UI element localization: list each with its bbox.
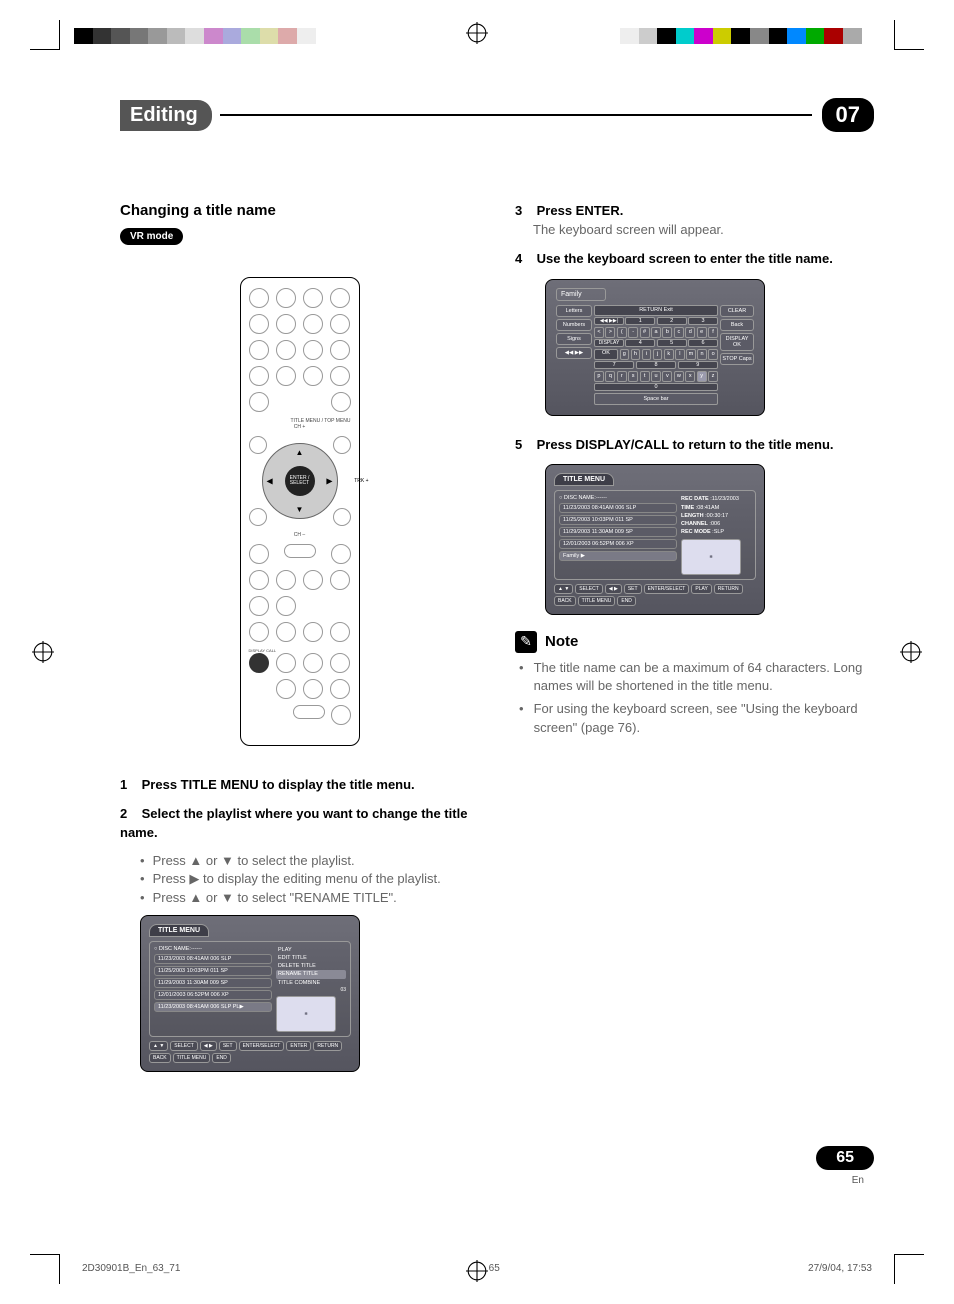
keyboard-key: u (651, 371, 661, 382)
footer-page: 65 (489, 1263, 500, 1274)
step-2-bullets: Press ▲ or ▼ to select the playlist. Pres… (140, 853, 479, 905)
keyboard-key: y (697, 371, 707, 382)
keyboard-key: k (664, 349, 674, 360)
step-4: 4 Use the keyboard screen to enter the t… (515, 250, 874, 269)
bullet-item: Press ▲ or ▼ to select the playlist. (140, 853, 479, 868)
keyboard-key: o (708, 349, 718, 360)
osd-info-row: TIME :08:41AM (681, 504, 751, 512)
keyboard-title-field: Family (556, 288, 606, 301)
note-icon: ✎ (515, 631, 537, 653)
osd-menu-item: DELETE TITLE (276, 962, 346, 970)
keyboard-key: d (685, 327, 695, 338)
osd-row: 12/01/2003 06:52PM 006 XP (559, 539, 677, 549)
note-header: ✎ Note (515, 631, 874, 653)
keyboard-key: > (605, 327, 615, 338)
registration-mark-left (32, 641, 54, 663)
step-2: 2 Select the playlist where you want to … (120, 805, 479, 843)
keyboard-key: g (620, 349, 630, 360)
keyboard-key: i (642, 349, 652, 360)
note-list: The title name can be a maximum of 64 ch… (519, 659, 874, 738)
osd-row: 11/29/2003 11:30AM 009 SP (154, 978, 272, 988)
step-3: 3 Press ENTER. The keyboard screen will … (515, 202, 874, 240)
keyboard-key: f (708, 327, 718, 338)
left-column: Changing a title name VR mode TITLE MENU… (120, 202, 479, 1086)
osd-info-row: REC MODE :SLP (681, 528, 751, 536)
keyboard-key: c (674, 327, 684, 338)
keyboard-key: r (617, 371, 627, 382)
thumbnail-icon: ✽ (276, 996, 336, 1032)
keyboard-key: p (594, 371, 604, 382)
osd-row: 11/29/2003 11:30AM 009 SP (559, 527, 677, 537)
keyboard-key: q (605, 371, 615, 382)
footer-date: 27/9/04, 17:53 (808, 1263, 872, 1274)
chapter-title-pill: Editing (120, 100, 212, 131)
section-heading: Changing a title name (120, 202, 479, 219)
remote-dpad: ▲▼◀▶ ENTER / SELECT TRK + (249, 436, 351, 526)
keyboard-key: s (628, 371, 638, 382)
osd-menu-item: TITLE COMBINE (276, 979, 346, 987)
osd-menu-item: PLAY (276, 946, 346, 954)
keyboard-key: x (685, 371, 695, 382)
keyboard-key: h (631, 349, 641, 360)
keyboard-key: e (697, 327, 707, 338)
osd-info-row: REC DATE :11/23/2003 (681, 495, 751, 503)
display-call-button (249, 653, 269, 673)
osd-row: Family ▶ (559, 551, 677, 561)
keyboard-key: j (653, 349, 663, 360)
osd-row: 11/23/2003 08:41AM 006 SLP PL▶ (154, 1002, 272, 1012)
keyboard-key: t (640, 371, 650, 382)
page-language-label: En (852, 1175, 864, 1186)
remote-diagram: TITLE MENU / TOP MENU CH + ▲▼◀▶ ENTER / … (240, 277, 360, 746)
step-1: 1 Press TITLE MENU to display the title … (120, 776, 479, 795)
keyboard-key: n (697, 349, 707, 360)
keyboard-key: m (686, 349, 696, 360)
osd-row: 11/25/2003 10:03PM 011 SP (559, 515, 677, 525)
keyboard-key: v (662, 371, 672, 382)
keyboard-key: ( (617, 327, 627, 338)
keyboard-key: - (628, 327, 638, 338)
print-footer: 2D30901B_En_63_71 65 27/9/04, 17:53 (82, 1263, 872, 1274)
thumbnail-icon: ✽ (681, 539, 741, 575)
note-item: The title name can be a maximum of 64 ch… (519, 659, 874, 697)
step-5: 5 Press DISPLAY/CALL to return to the ti… (515, 436, 874, 455)
page-content: Editing 07 Changing a title name VR mode… (120, 98, 874, 1214)
remote-enter-button: ENTER / SELECT (285, 466, 315, 496)
title-menu-button (333, 436, 351, 454)
vr-mode-badge: VR mode (120, 228, 183, 245)
remote-ch-plus-label: CH + (249, 424, 351, 430)
keyboard-key: < (594, 327, 604, 338)
keyboard-key: # (640, 327, 650, 338)
keyboard-key: z (708, 371, 718, 382)
footer-filename: 2D30901B_En_63_71 (82, 1263, 180, 1274)
right-column: 3 Press ENTER. The keyboard screen will … (515, 202, 874, 1086)
osd-menu-item: RENAME TITLE (276, 970, 346, 978)
note-item: For using the keyboard screen, see "Usin… (519, 700, 874, 738)
osd-row: 12/01/2003 06:52PM 006 XP (154, 990, 272, 1000)
keyboard-key: a (651, 327, 661, 338)
registration-mark-right (900, 641, 922, 663)
header-rule (220, 114, 812, 116)
osd-row: 11/23/2003 08:41AM 006 SLP (559, 503, 677, 513)
remote-ch-minus-label: CH – (249, 532, 351, 538)
keyboard-key: w (674, 371, 684, 382)
osd-title-menu-2: TITLE MENU ○ DISC NAME:------ 11/23/2003… (545, 464, 765, 614)
osd-row: 11/25/2003 10:03PM 011 SP (154, 966, 272, 976)
osd-title-menu-1: TITLE MENU ○ DISC NAME:------ 11/23/2003… (140, 915, 360, 1073)
registration-mark-top (466, 22, 488, 44)
osd-row: 11/23/2003 08:41AM 006 SLP (154, 954, 272, 964)
osd-info-row: CHANNEL :006 (681, 520, 751, 528)
keyboard-key: l (675, 349, 685, 360)
remote-trk-label: TRK + (354, 478, 368, 484)
bullet-item: Press ▲ or ▼ to select "RENAME TITLE". (140, 890, 479, 905)
page-number-pill: 65 (816, 1146, 874, 1170)
bullet-item: Press ▶ to display the editing menu of t… (140, 871, 479, 887)
keyboard-key: b (662, 327, 672, 338)
osd-info-row: LENGTH :00:30:17 (681, 512, 751, 520)
osd-menu-item: EDIT TITLE (276, 954, 346, 962)
chapter-number-pill: 07 (822, 98, 874, 132)
chapter-header: Editing 07 (120, 98, 874, 132)
osd-keyboard: Family LettersNumbersSigns◀◀ ▶▶ RETURN E… (545, 279, 765, 416)
